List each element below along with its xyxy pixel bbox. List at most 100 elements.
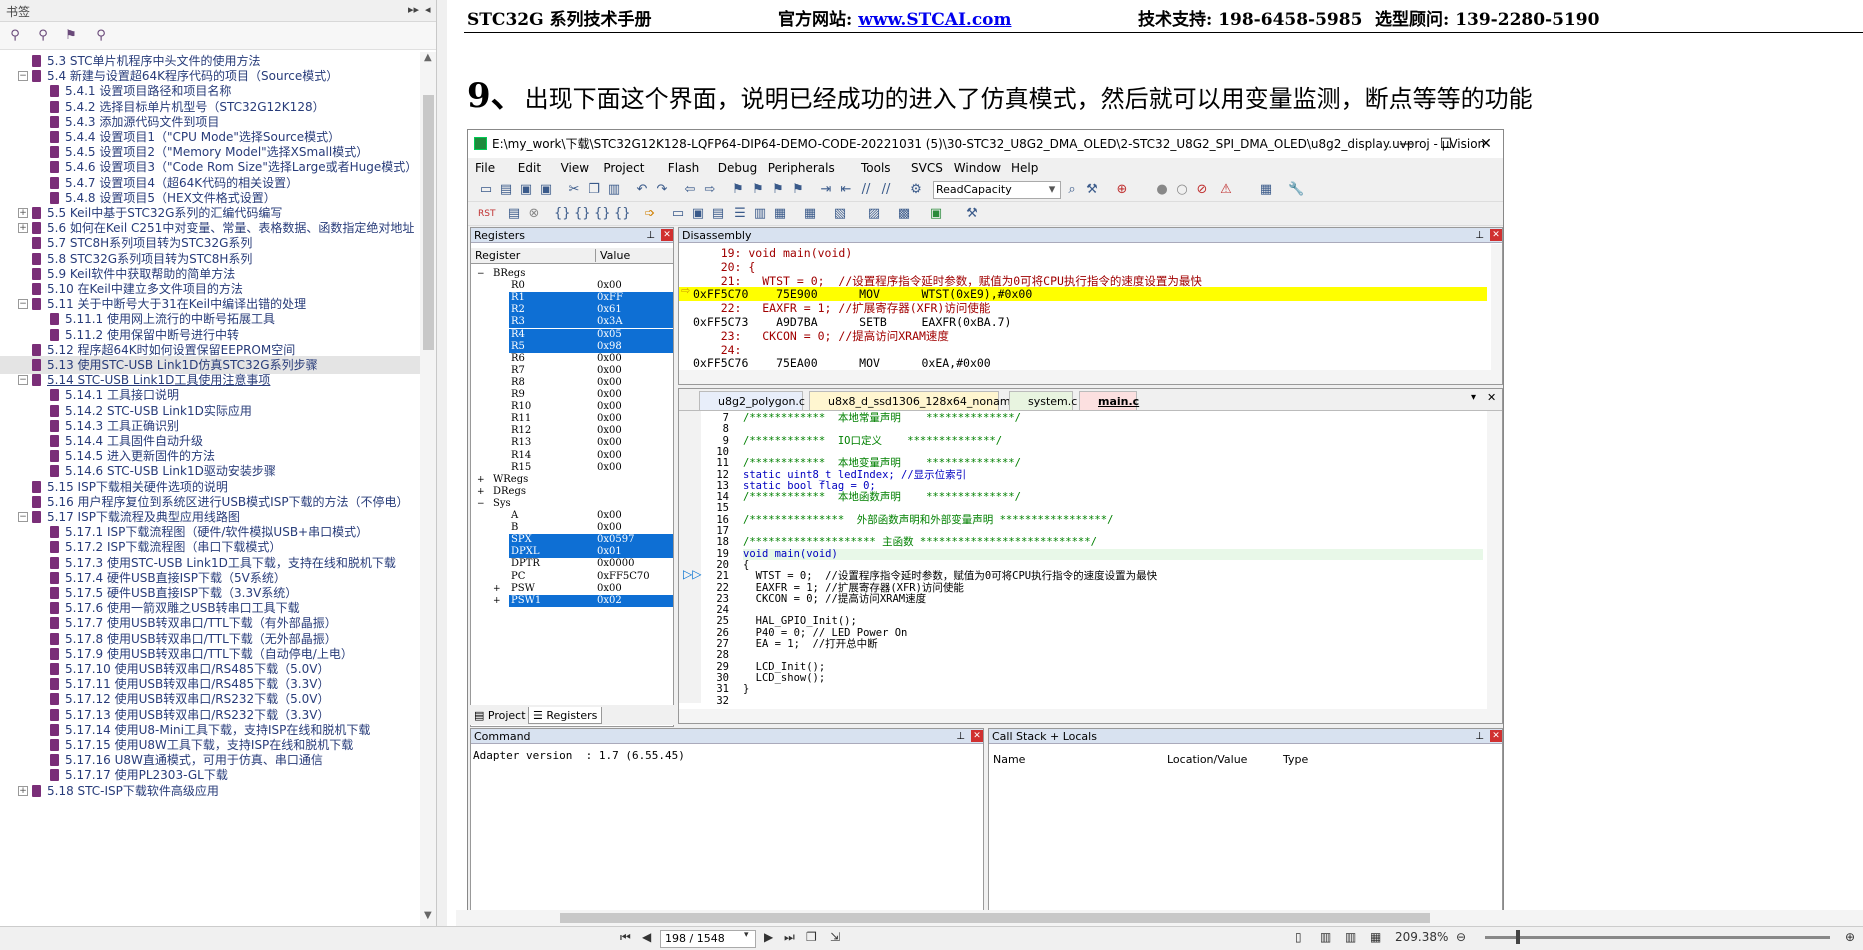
register-row[interactable]: R2 0x61 bbox=[471, 304, 673, 317]
pin-icon[interactable]: ⊥ bbox=[956, 729, 965, 744]
register-row[interactable]: − Sys bbox=[471, 498, 673, 510]
close-icon[interactable]: ✕ bbox=[1487, 391, 1496, 404]
code-line[interactable]: WTST = 0; //设置程序指令延时参数，赋值为0可将CPU执行指令的速度设… bbox=[743, 570, 1157, 582]
undo-icon[interactable]: ↶ bbox=[634, 182, 650, 198]
register-row[interactable]: R7 0x00 bbox=[471, 365, 673, 377]
register-value[interactable]: 0x00 bbox=[597, 353, 622, 365]
zoom-slider-thumb[interactable] bbox=[1516, 930, 1520, 944]
register-value[interactable]: 0x00 bbox=[597, 425, 622, 437]
bookmark-find-icon[interactable]: ⚲ bbox=[92, 27, 110, 45]
step-over-icon[interactable]: {} bbox=[574, 206, 591, 222]
collapse-icon[interactable]: − bbox=[477, 498, 485, 510]
collapse-icon[interactable]: − bbox=[477, 268, 485, 280]
register-value[interactable]: 0x00 bbox=[597, 413, 622, 425]
disassembly-line[interactable]: 19: void main(void) bbox=[693, 246, 853, 260]
book-view-icon[interactable]: ▦ bbox=[1370, 930, 1381, 944]
register-row[interactable]: − BRegs bbox=[471, 268, 673, 280]
disassembly-line[interactable]: 21: WTST = 0; //设置程序指令延时参数，赋值为0可将CPU执行指令… bbox=[693, 274, 1202, 288]
expand-panel-icon[interactable]: ▸▸ bbox=[408, 3, 419, 16]
expand-icon[interactable]: + bbox=[493, 595, 501, 607]
comment-icon[interactable]: // bbox=[858, 182, 874, 198]
cut-icon[interactable]: ✂ bbox=[566, 182, 582, 198]
trace-window-icon[interactable]: ▩ bbox=[896, 206, 912, 222]
menu-help[interactable]: Help bbox=[1011, 161, 1038, 175]
register-value[interactable]: 0x00 bbox=[597, 280, 622, 292]
show-next-statement-icon[interactable]: ➩ bbox=[642, 206, 658, 222]
editor-hscroll[interactable] bbox=[679, 709, 1502, 723]
pin-icon[interactable]: ⊥ bbox=[646, 228, 655, 243]
zoom-in-icon[interactable]: ⊕ bbox=[1845, 930, 1855, 944]
register-value[interactable]: 0x05 bbox=[597, 329, 622, 341]
pin-icon[interactable]: ⊥ bbox=[1475, 228, 1484, 243]
register-value[interactable]: 0xFF5C70 bbox=[597, 571, 650, 583]
register-row[interactable]: DPXL 0x01 bbox=[471, 546, 673, 559]
collapse-icon[interactable]: − bbox=[18, 512, 28, 522]
register-row[interactable]: R13 0x00 bbox=[471, 437, 673, 449]
two-page-icon[interactable]: ▥ bbox=[1345, 930, 1356, 944]
register-row[interactable]: + WRegs bbox=[471, 474, 673, 486]
editor-vscroll[interactable] bbox=[1487, 411, 1502, 709]
first-page-icon[interactable]: ⏮ bbox=[620, 930, 631, 945]
register-value[interactable]: 0x00 bbox=[597, 437, 622, 449]
register-row[interactable]: R12 0x00 bbox=[471, 425, 673, 437]
symbols-window-icon[interactable]: ▤ bbox=[710, 206, 726, 222]
reset-icon[interactable]: RST bbox=[478, 206, 495, 222]
register-value[interactable]: 0x00 bbox=[597, 377, 622, 389]
registers-window-icon[interactable]: ☰ bbox=[732, 206, 748, 222]
register-value[interactable]: 0x00 bbox=[597, 450, 622, 462]
expand-icon[interactable]: + bbox=[477, 486, 485, 498]
tab-registers[interactable]: ☰ Registers bbox=[528, 707, 603, 724]
options-wrench-icon[interactable]: 🔧 bbox=[1288, 182, 1304, 198]
register-row[interactable]: + DRegs bbox=[471, 486, 673, 498]
register-row[interactable]: R9 0x00 bbox=[471, 389, 673, 401]
find-in-files-icon[interactable]: ⚙ bbox=[908, 182, 924, 198]
register-row[interactable]: R5 0x98 bbox=[471, 340, 673, 353]
register-row[interactable]: SPX 0x0597 bbox=[471, 534, 673, 547]
disassembly-line[interactable]: 22: EAXFR = 1; //扩展寄存器(XFR)访问使能 bbox=[693, 301, 991, 315]
window-layout-icon[interactable]: ▦ bbox=[1258, 182, 1274, 198]
last-page-icon[interactable]: ⏭ bbox=[784, 930, 795, 945]
maximize-button[interactable]: ☐ bbox=[1426, 130, 1466, 158]
bookmark-clear-icon[interactable]: ⚑ bbox=[790, 182, 806, 198]
pin-icon[interactable]: ⊥ bbox=[1475, 729, 1484, 744]
open-file-icon[interactable]: ▤ bbox=[498, 182, 514, 198]
website-link[interactable]: www.STCAI.com bbox=[858, 10, 1011, 30]
callstack-type-header[interactable]: Type bbox=[1283, 753, 1308, 766]
breakpoint-enable-icon[interactable]: ○ bbox=[1174, 182, 1190, 198]
continuous-page-icon[interactable]: ▥ bbox=[1320, 930, 1331, 944]
config-icon[interactable]: ⚒ bbox=[1084, 182, 1100, 198]
disassembly-line[interactable]: 0xFF5C70 75E900 MOV WTST(0xE9),#0x00 bbox=[679, 287, 1487, 302]
register-value[interactable]: 0x00 bbox=[597, 510, 622, 522]
serial-window-icon[interactable]: ▧ bbox=[832, 206, 848, 222]
code-line[interactable]: /************ 本地变量声明 **************/ bbox=[743, 457, 1021, 469]
register-row[interactable]: R1 0xFF bbox=[471, 292, 673, 305]
expand-icon[interactable]: + bbox=[18, 785, 28, 796]
disassembly-vscroll[interactable] bbox=[1491, 244, 1502, 370]
chevron-down-icon[interactable]: ▾ bbox=[1044, 182, 1060, 198]
register-row[interactable]: R10 0x00 bbox=[471, 401, 673, 413]
step-out-icon[interactable]: {} bbox=[594, 206, 611, 222]
disassembly-line[interactable]: 24: bbox=[693, 343, 742, 357]
redo-icon[interactable]: ↷ bbox=[654, 182, 670, 198]
watch-window-icon[interactable]: ▦ bbox=[772, 206, 788, 222]
register-row[interactable]: DPTR 0x0000 bbox=[471, 558, 673, 570]
menu-flash[interactable]: Flash bbox=[668, 161, 699, 175]
register-value[interactable]: 0x00 bbox=[597, 389, 622, 401]
code-line[interactable]: LCD_show(); bbox=[743, 672, 826, 684]
close-button[interactable]: ✕ bbox=[1466, 130, 1503, 158]
bookmark-expand-all-icon[interactable]: ⚲ bbox=[6, 27, 24, 45]
collapse-icon[interactable]: − bbox=[18, 299, 28, 310]
register-row[interactable]: R15 0x00 bbox=[471, 462, 673, 474]
register-value[interactable]: 0x0597 bbox=[597, 534, 634, 546]
collapse-icon[interactable]: − bbox=[18, 375, 28, 386]
register-value[interactable]: 0x00 bbox=[597, 401, 622, 413]
register-row[interactable]: + PSW 0x00 bbox=[471, 583, 673, 595]
bookmark-prev-icon[interactable]: ⚑ bbox=[750, 182, 766, 198]
collapse-panel-icon[interactable]: ◂ bbox=[425, 3, 431, 16]
code-line[interactable]: /************ 本地常量声明 **************/ bbox=[743, 412, 1021, 424]
bookmark-go-icon[interactable]: ⚑ bbox=[62, 27, 80, 45]
zoom-slider[interactable] bbox=[1485, 936, 1830, 939]
call-stack-window-icon[interactable]: ▥ bbox=[752, 206, 768, 222]
scroll-up-icon[interactable]: ▲ bbox=[424, 52, 432, 63]
code-line[interactable]: HAL_GPIO_Init(); bbox=[743, 616, 857, 628]
